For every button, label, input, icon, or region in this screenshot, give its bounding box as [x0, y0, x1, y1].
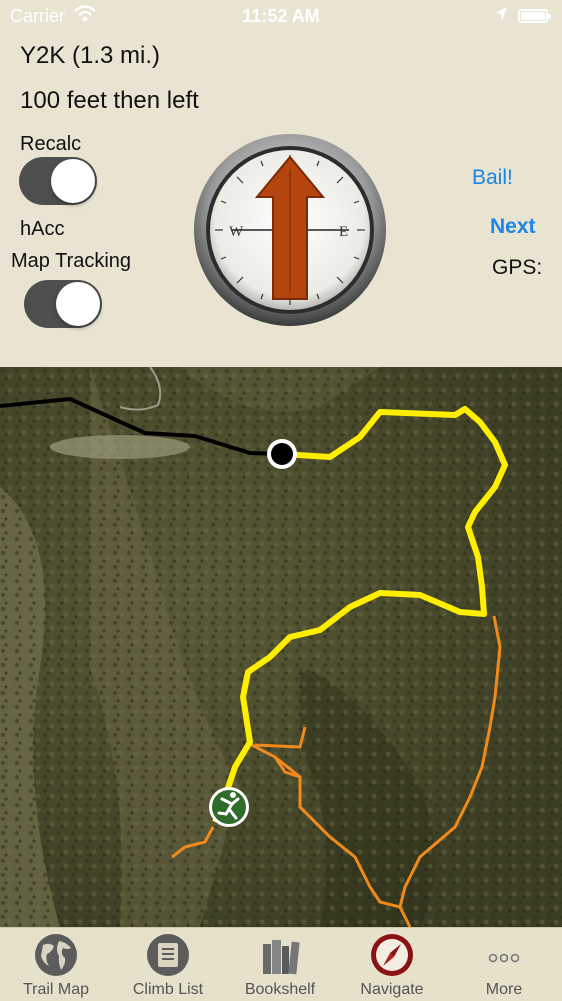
- tab-bookshelf[interactable]: Bookshelf: [224, 928, 336, 1001]
- hacc-label: hAcc: [20, 218, 65, 240]
- toggle-knob: [51, 159, 95, 203]
- satellite-map[interactable]: [0, 367, 562, 927]
- tab-label: Bookshelf: [244, 981, 316, 998]
- climber-icon: [209, 787, 249, 827]
- status-bar: Carrier 11:52 AM: [0, 0, 562, 34]
- compass-west: W: [229, 224, 244, 240]
- recalc-toggle[interactable]: [19, 157, 97, 205]
- tab-label: Trail Map: [22, 981, 90, 998]
- route-title: Y2K (1.3 mi.): [20, 42, 161, 69]
- map-canvas[interactable]: [0, 367, 562, 927]
- navigation-panel: Y2K (1.3 mi.) 100 feet then left Recalc …: [0, 0, 562, 367]
- tab-climb-list[interactable]: Climb List: [112, 928, 224, 1001]
- bail-button[interactable]: Bail!: [472, 166, 513, 190]
- tab-more[interactable]: More: [448, 928, 560, 1001]
- compass: W E: [194, 134, 386, 326]
- toggle-knob: [56, 282, 100, 326]
- more-icon: [488, 953, 520, 963]
- globe-icon: [35, 934, 77, 976]
- tab-label: More: [485, 981, 523, 998]
- location-arrow-icon: [495, 7, 507, 21]
- tab-label: Climb List: [132, 981, 204, 998]
- map-tracking-toggle[interactable]: [24, 280, 102, 328]
- map-tracking-label: Map Tracking: [11, 250, 132, 272]
- tab-label: Navigate: [360, 981, 424, 998]
- books-icon: [263, 940, 300, 975]
- list-icon: [147, 934, 189, 976]
- status-time: 11:52 AM: [242, 6, 320, 26]
- direction-instruction: 100 feet then left: [20, 87, 199, 114]
- gps-label: GPS:: [492, 256, 543, 279]
- compass-icon: [371, 934, 413, 976]
- compass-east: E: [339, 224, 348, 240]
- tab-bar: Trail Map Climb List Bookshelf Navigate: [0, 927, 562, 1001]
- tab-navigate[interactable]: Navigate: [336, 928, 448, 1001]
- battery-icon: [518, 9, 551, 23]
- recalc-label: Recalc: [20, 133, 82, 155]
- tab-trail-map[interactable]: Trail Map: [0, 928, 112, 1001]
- next-button[interactable]: Next: [490, 215, 536, 239]
